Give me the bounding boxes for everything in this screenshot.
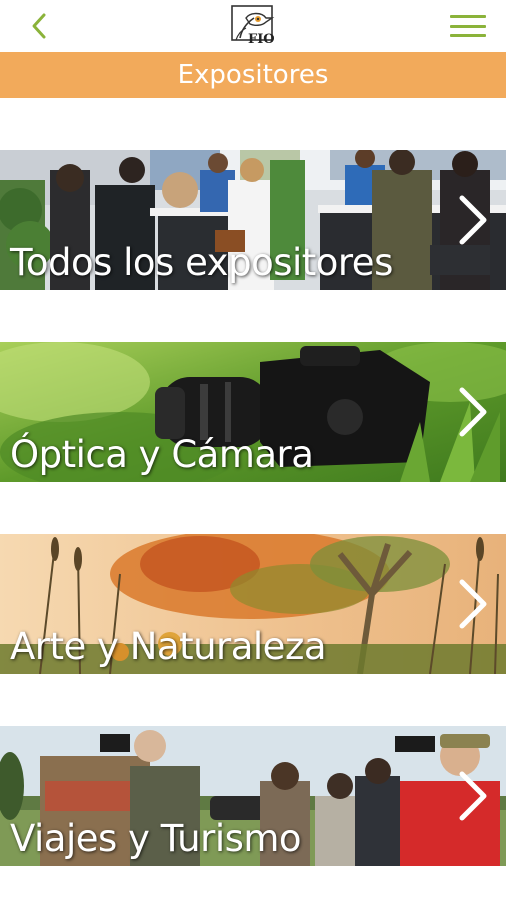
category-label: Arte y Naturaleza: [10, 625, 327, 668]
category-label: Viajes y Turismo: [10, 817, 302, 860]
fio-logo[interactable]: FIO: [228, 4, 280, 48]
chevron-right-icon: [459, 387, 487, 437]
logo-text: FIO: [248, 32, 275, 47]
chevron-right-icon: [459, 195, 487, 245]
menu-button[interactable]: [450, 12, 486, 40]
category-card-optica[interactable]: Óptica y Cámara: [0, 342, 506, 482]
category-label: Todos los expositores: [10, 241, 393, 284]
category-card-arte[interactable]: Arte y Naturaleza: [0, 534, 506, 674]
hamburger-icon-line: [450, 15, 486, 18]
back-button[interactable]: [24, 10, 54, 42]
category-label: Óptica y Cámara: [10, 433, 314, 476]
page-title-bar: Expositores: [0, 52, 506, 98]
app-header: FIO: [0, 0, 506, 52]
chevron-left-icon: [32, 13, 46, 39]
chevron-right-icon: [459, 771, 487, 821]
page-title: Expositores: [177, 60, 329, 90]
hamburger-icon-line: [450, 24, 486, 28]
category-card-viajes[interactable]: Viajes y Turismo: [0, 726, 506, 866]
chevron-right-icon: [459, 579, 487, 629]
category-card-todos[interactable]: Todos los expositores: [0, 150, 506, 290]
hamburger-icon-line: [450, 34, 486, 37]
